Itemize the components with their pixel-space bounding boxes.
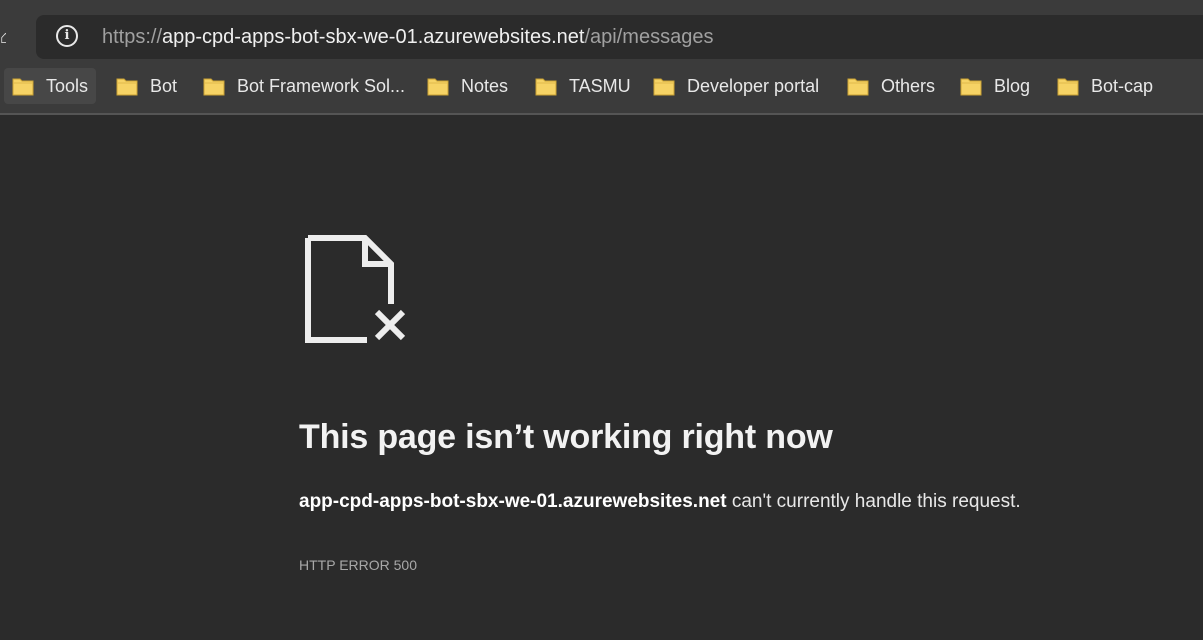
folder-icon (1057, 78, 1079, 96)
error-code: HTTP ERROR 500 (299, 557, 417, 573)
bookmark-label: Bot-cap (1091, 75, 1154, 96)
broken-document-icon (305, 235, 406, 343)
address-bar[interactable]: i https://app-cpd-apps-bot-sbx-we-01.azu… (36, 15, 1203, 59)
folder-icon (116, 78, 138, 96)
bookmark-tools[interactable]: Tools (4, 68, 97, 104)
bookmark-label: Notes (461, 75, 509, 96)
bookmark-bot[interactable]: Bot (108, 68, 185, 104)
bookmark-bot-framework[interactable]: Bot Framework Sol... (195, 68, 413, 104)
bookmark-tasmu[interactable]: TASMU (527, 68, 639, 104)
error-message-text: can't currently handle this request. (726, 491, 1021, 512)
bookmarks-bar: Tools Bot Bot Framework Sol... Notes TAS… (0, 62, 1203, 115)
bookmark-label: Blog (994, 75, 1031, 96)
info-circle-icon[interactable]: i (56, 25, 78, 47)
bookmark-label: Tools (46, 75, 89, 96)
bookmark-label: Bot (150, 75, 178, 96)
browser-window: ⌂ i https://app-cpd-apps-bot-sbx-we-01.a… (0, 0, 1203, 640)
bookmark-notes[interactable]: Notes (419, 68, 516, 104)
bookmark-blog[interactable]: Blog (952, 68, 1038, 104)
error-title: This page isn’t working right now (299, 418, 833, 456)
url-scheme: https:// (102, 26, 163, 48)
bookmark-developer-portal[interactable]: Developer portal (645, 68, 827, 104)
folder-icon (653, 78, 675, 96)
url-path: /api/messages (584, 26, 714, 48)
error-host: app-cpd-apps-bot-sbx-we-01.azurewebsites… (299, 491, 727, 512)
bookmark-others[interactable]: Others (839, 68, 943, 104)
url-text[interactable]: https://app-cpd-apps-bot-sbx-we-01.azure… (102, 25, 713, 49)
bookmark-bot-cap[interactable]: Bot-cap (1049, 68, 1161, 104)
folder-icon (960, 78, 982, 96)
back-button-edge[interactable]: ⌂ (0, 27, 6, 47)
error-message: app-cpd-apps-bot-sbx-we-01.azurewebsites… (299, 491, 1021, 513)
folder-icon (535, 78, 557, 96)
folder-icon (427, 78, 449, 96)
folder-icon (847, 78, 869, 96)
url-host: app-cpd-apps-bot-sbx-we-01.azurewebsites… (162, 26, 585, 48)
bookmark-label: Others (881, 75, 936, 96)
folder-icon (12, 78, 34, 96)
toolbar: ⌂ i https://app-cpd-apps-bot-sbx-we-01.a… (0, 0, 1203, 62)
bookmark-label: TASMU (569, 75, 631, 96)
bookmark-label: Bot Framework Sol... (237, 75, 406, 96)
folder-icon (203, 78, 225, 96)
bookmark-label: Developer portal (687, 75, 820, 96)
